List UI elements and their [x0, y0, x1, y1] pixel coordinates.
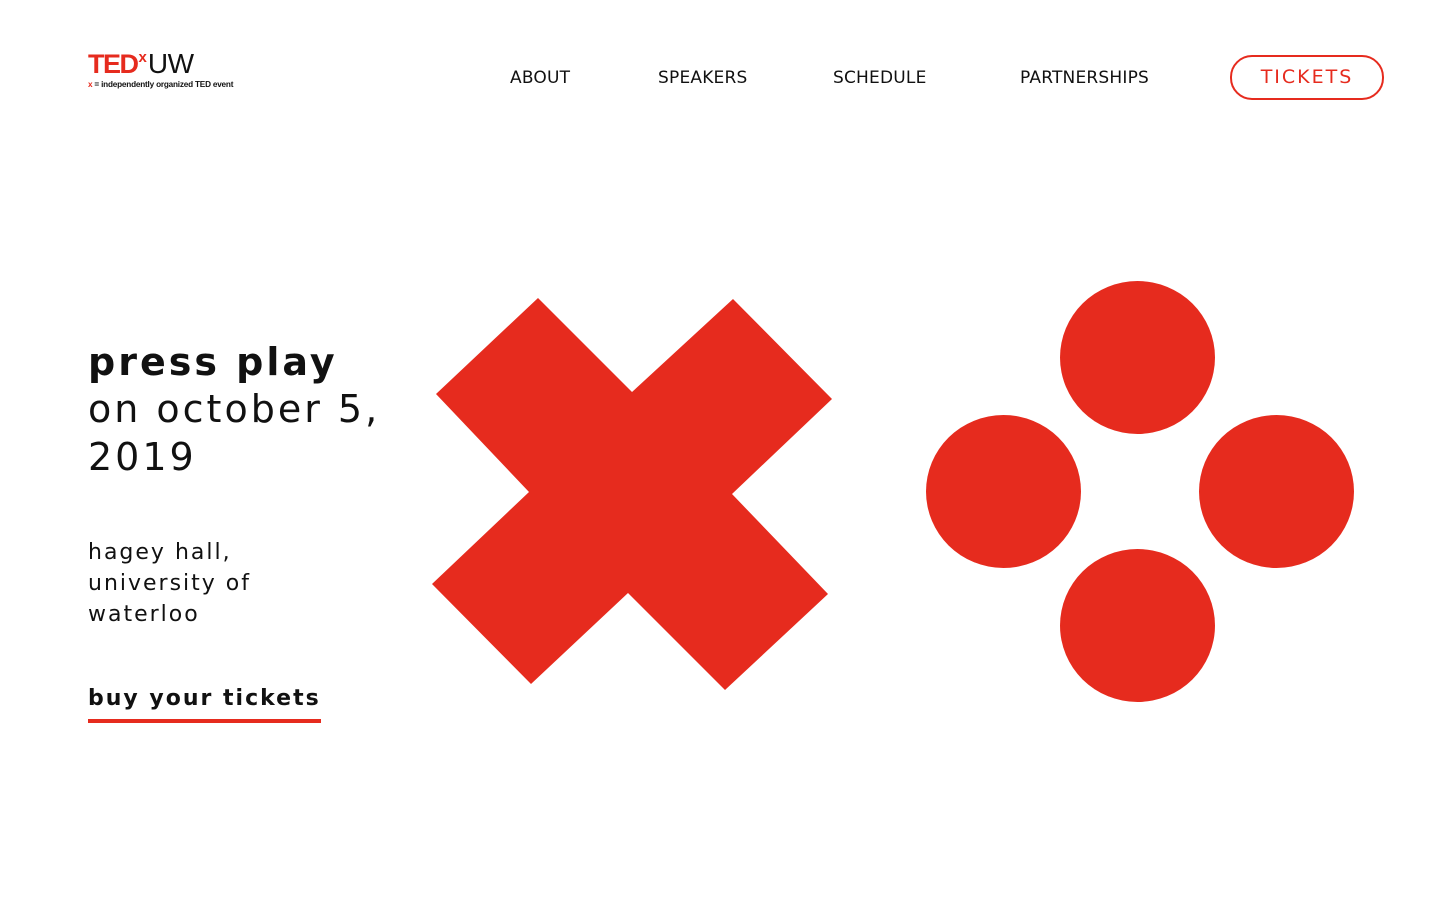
hero-graphics — [432, 281, 1354, 702]
four-dots-icon — [926, 281, 1354, 702]
dot-top — [1060, 281, 1215, 434]
dot-left — [926, 415, 1081, 568]
dot-right — [1199, 415, 1354, 568]
x-cross-icon — [432, 298, 832, 690]
dot-bottom — [1060, 549, 1215, 702]
page: TEDxUW x = independently organized TED e… — [0, 0, 1440, 900]
